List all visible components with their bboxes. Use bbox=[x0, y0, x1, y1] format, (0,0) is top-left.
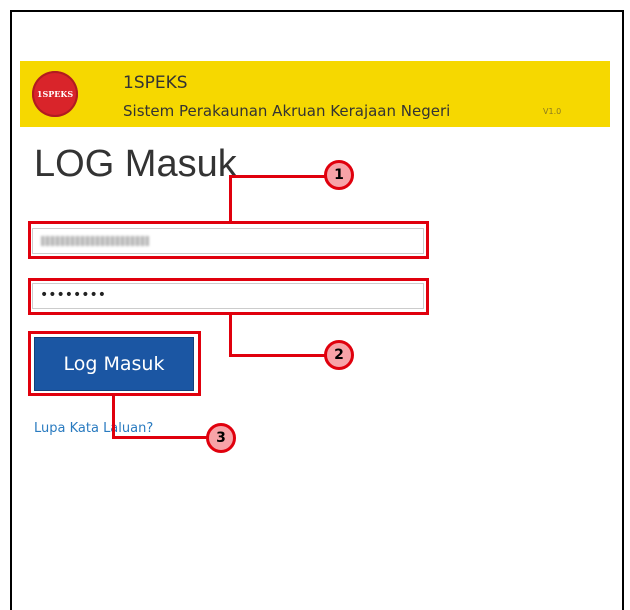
callout-3-leader-horizontal bbox=[112, 436, 207, 439]
callout-box-password bbox=[28, 278, 429, 315]
callout-badge-3: 3 bbox=[206, 423, 236, 453]
version-label: V1.0 bbox=[543, 107, 562, 116]
callout-box-username bbox=[28, 221, 429, 259]
callout-1-leader-horizontal bbox=[229, 175, 325, 178]
app-name: 1SPEKS bbox=[123, 73, 188, 93]
callout-1-leader-vertical bbox=[229, 177, 232, 222]
callout-box-login-button bbox=[28, 331, 201, 396]
forgot-password-link[interactable]: Lupa Kata Laluan? bbox=[34, 421, 153, 436]
app-description: Sistem Perakaunan Akruan Kerajaan Negeri bbox=[123, 102, 451, 120]
app-logo: 1SPEKS bbox=[32, 71, 78, 117]
callout-2-leader-vertical bbox=[229, 314, 232, 356]
page-title: LOG Masuk bbox=[34, 143, 237, 185]
logo-text: 1SPEKS bbox=[36, 89, 74, 99]
app-header: 1SPEKS 1SPEKS Sistem Perakaunan Akruan K… bbox=[20, 61, 610, 127]
callout-badge-2: 2 bbox=[324, 340, 354, 370]
callout-badge-1: 1 bbox=[324, 160, 354, 190]
callout-3-leader-vertical bbox=[112, 395, 115, 439]
callout-2-leader-horizontal bbox=[229, 354, 325, 357]
